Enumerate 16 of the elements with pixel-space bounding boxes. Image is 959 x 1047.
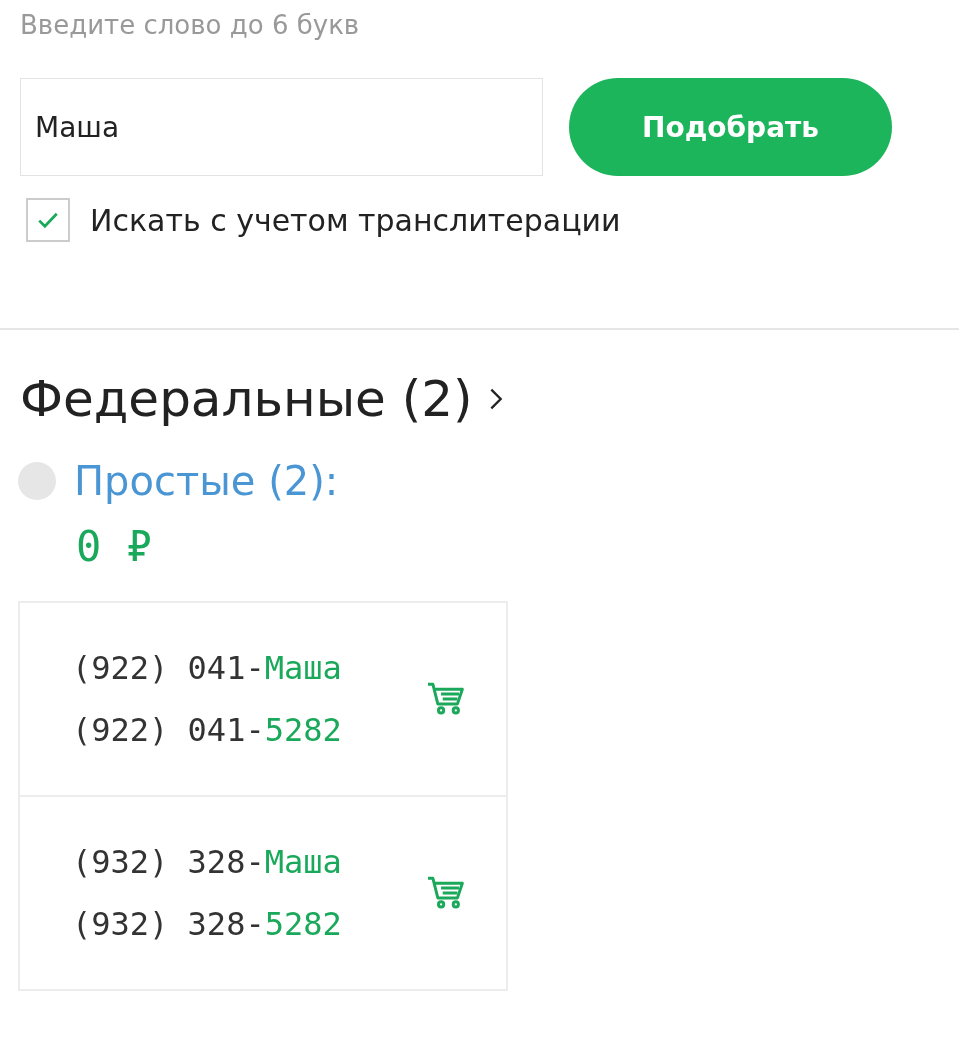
category-link[interactable]: Простые (2): (74, 458, 339, 504)
phone-number: (922) 041-Маша (72, 648, 342, 689)
phone-number: (922) 041-5282 (72, 710, 342, 751)
price: 0 ₽ (75, 522, 153, 571)
phone-number: (932) 328-Маша (72, 842, 342, 883)
cart-icon[interactable] (426, 875, 466, 911)
cart-icon[interactable] (426, 681, 466, 717)
checkbox-label: Искать с учетом транслитерации (90, 202, 621, 238)
checkbox[interactable] (26, 198, 70, 242)
pick-button[interactable]: Подобрать (569, 78, 892, 176)
search-field[interactable]: Маша (20, 78, 543, 176)
section-title: Федеральные (2) (20, 370, 473, 428)
field-hint: Введите слово до 6 букв (19, 10, 361, 42)
radio-button[interactable] (18, 462, 56, 500)
chevron-icon[interactable] (488, 387, 503, 411)
phone-number: (932) 328-5282 (72, 904, 342, 945)
